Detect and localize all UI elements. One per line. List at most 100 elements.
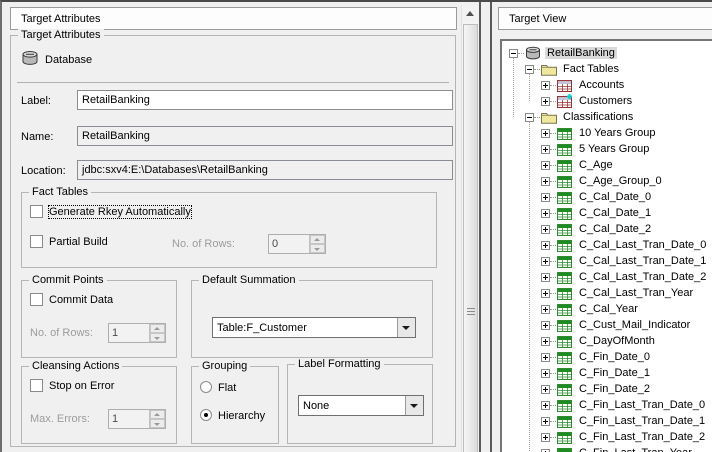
hierarchy-radio-label[interactable]: Hierarchy <box>218 410 265 422</box>
tree-connector <box>550 309 556 310</box>
fact-rows-value: 0 <box>269 235 309 253</box>
flat-radio[interactable] <box>200 381 212 393</box>
tree-connector <box>518 53 524 54</box>
tree-node-c-cal-last-tran-date-2[interactable]: C_Cal_Last_Tran_Date_2 <box>502 269 712 285</box>
plus-expander-icon[interactable] <box>541 209 550 218</box>
plus-expander-icon[interactable] <box>541 449 550 452</box>
table-green-icon <box>557 366 574 380</box>
scrollbar-thumb[interactable] <box>463 24 478 452</box>
label-field[interactable]: RetailBanking <box>77 90 453 110</box>
minus-expander-icon[interactable] <box>509 49 518 58</box>
object-type-label: Database <box>45 54 92 66</box>
tree-node-c-fin-date-1[interactable]: C_Fin_Date_1 <box>502 365 712 381</box>
tree-node-label: C_DayOfMonth <box>577 335 657 347</box>
plus-expander-icon[interactable] <box>541 161 550 170</box>
location-field-value: jdbc:sxv4:E:\Databases\RetailBanking <box>82 164 268 176</box>
plus-expander-icon[interactable] <box>541 241 550 250</box>
default-summation-dropdown[interactable]: Table:F_Customer <box>212 317 416 338</box>
cleansing-actions-group: Cleansing Actions Stop on Error Max. Err… <box>21 366 177 444</box>
partial-build-label[interactable]: Partial Build <box>49 236 108 248</box>
tree-node-customers[interactable]: Customers <box>502 93 712 109</box>
hierarchy-radio[interactable] <box>200 409 212 421</box>
tree-node-c-cal-date-1[interactable]: C_Cal_Date_1 <box>502 205 712 221</box>
tree-node-c-fin-last-tran-date-0[interactable]: C_Fin_Last_Tran_Date_0 <box>502 397 712 413</box>
stop-on-error-label[interactable]: Stop on Error <box>49 380 114 392</box>
tree-node-c-cal-last-tran-date-1[interactable]: C_Cal_Last_Tran_Date_1 <box>502 253 712 269</box>
plus-expander-icon[interactable] <box>541 401 550 410</box>
tree-node-c-cust-mail-indicator[interactable]: C_Cust_Mail_Indicator <box>502 317 712 333</box>
table-green-icon <box>557 446 574 452</box>
tree-node-label: C_Fin_Last_Tran_Date_2 <box>577 431 707 443</box>
tree-node-c-fin-last-tran-date-1[interactable]: C_Fin_Last_Tran_Date_1 <box>502 413 712 429</box>
tree-node-label: C_Fin_Last_Tran_Year <box>577 447 694 452</box>
tree-node-c-cal-year[interactable]: C_Cal_Year <box>502 301 712 317</box>
tree-node-classifications[interactable]: Classifications <box>502 109 712 125</box>
tree-connector <box>550 405 556 406</box>
plus-expander-icon[interactable] <box>541 353 550 362</box>
tree-node-label: Customers <box>577 95 634 107</box>
plus-expander-icon[interactable] <box>541 97 550 106</box>
minus-expander-icon[interactable] <box>525 65 534 74</box>
generate-rkey-label[interactable]: Generate Rkey Automatically <box>49 206 191 218</box>
max-errors-spinner: 1 <box>108 409 166 429</box>
plus-expander-icon[interactable] <box>541 337 550 346</box>
pane-divider <box>479 2 481 452</box>
tree-connector <box>550 245 556 246</box>
tree-node-label: C_Cal_Date_2 <box>577 223 653 235</box>
flat-radio-label[interactable]: Flat <box>218 382 236 394</box>
commit-data-checkbox[interactable] <box>30 293 43 306</box>
left-pane-scrollbar[interactable] <box>461 5 479 452</box>
spin-down-icon <box>310 244 325 253</box>
tree-node-c-fin-date-0[interactable]: C_Fin_Date_0 <box>502 349 712 365</box>
commit-data-label[interactable]: Commit Data <box>49 294 113 306</box>
plus-expander-icon[interactable] <box>541 129 550 138</box>
generate-rkey-checkbox[interactable] <box>30 205 43 218</box>
tree-node-label: C_Fin_Date_2 <box>577 383 652 395</box>
label-formatting-dropdown[interactable]: None <box>298 395 424 416</box>
plus-expander-icon[interactable] <box>541 305 550 314</box>
tree-node-5-years-group[interactable]: 5 Years Group <box>502 141 712 157</box>
tree-node-fact-tables[interactable]: Fact Tables <box>502 61 712 77</box>
tree-node-accounts[interactable]: Accounts <box>502 77 712 93</box>
tree-node-c-fin-last-tran-year[interactable]: C_Fin_Last_Tran_Year <box>502 445 712 452</box>
plus-expander-icon[interactable] <box>541 225 550 234</box>
tree-node-c-fin-last-tran-date-2[interactable]: C_Fin_Last_Tran_Date_2 <box>502 429 712 445</box>
scroll-up-button[interactable] <box>462 5 479 22</box>
plus-expander-icon[interactable] <box>541 385 550 394</box>
chevron-down-icon[interactable] <box>405 396 423 415</box>
tree-node-10-years-group[interactable]: 10 Years Group <box>502 125 712 141</box>
plus-expander-icon[interactable] <box>541 177 550 186</box>
plus-expander-icon[interactable] <box>541 433 550 442</box>
tree-node-retailbanking[interactable]: RetailBanking <box>502 45 712 61</box>
tree-node-c-dayofmonth[interactable]: C_DayOfMonth <box>502 333 712 349</box>
plus-expander-icon[interactable] <box>541 321 550 330</box>
tree-node-c-fin-date-2[interactable]: C_Fin_Date_2 <box>502 381 712 397</box>
plus-expander-icon[interactable] <box>541 289 550 298</box>
chevron-down-icon[interactable] <box>397 318 415 337</box>
tree-node-c-age[interactable]: C_Age <box>502 157 712 173</box>
stop-on-error-checkbox[interactable] <box>30 379 43 392</box>
plus-expander-icon[interactable] <box>541 369 550 378</box>
plus-expander-icon[interactable] <box>541 257 550 266</box>
plus-expander-icon[interactable] <box>541 417 550 426</box>
table-green-icon <box>557 350 574 364</box>
tree-node-c-cal-date-2[interactable]: C_Cal_Date_2 <box>502 221 712 237</box>
fact-tables-group: Fact Tables Generate Rkey Automatically … <box>21 192 437 268</box>
tree-node-c-age-group-0[interactable]: C_Age_Group_0 <box>502 173 712 189</box>
plus-expander-icon[interactable] <box>541 145 550 154</box>
name-field: RetailBanking <box>77 126 453 146</box>
tree-node-c-cal-last-tran-date-0[interactable]: C_Cal_Last_Tran_Date_0 <box>502 237 712 253</box>
tree-node-c-cal-date-0[interactable]: C_Cal_Date_0 <box>502 189 712 205</box>
partial-build-checkbox[interactable] <box>30 235 43 248</box>
tree-node-label: 10 Years Group <box>577 127 657 139</box>
minus-expander-icon[interactable] <box>525 113 534 122</box>
plus-expander-icon[interactable] <box>541 193 550 202</box>
tree-node-label: C_Cust_Mail_Indicator <box>577 319 692 331</box>
plus-expander-icon[interactable] <box>541 273 550 282</box>
plus-expander-icon[interactable] <box>541 81 550 90</box>
tree-node-label: C_Cal_Last_Tran_Date_1 <box>577 255 708 267</box>
tree-node-c-cal-last-tran-year[interactable]: C_Cal_Last_Tran_Year <box>502 285 712 301</box>
spin-up-icon <box>310 235 325 244</box>
table-green-icon <box>557 190 574 204</box>
table-green-icon <box>557 222 574 236</box>
